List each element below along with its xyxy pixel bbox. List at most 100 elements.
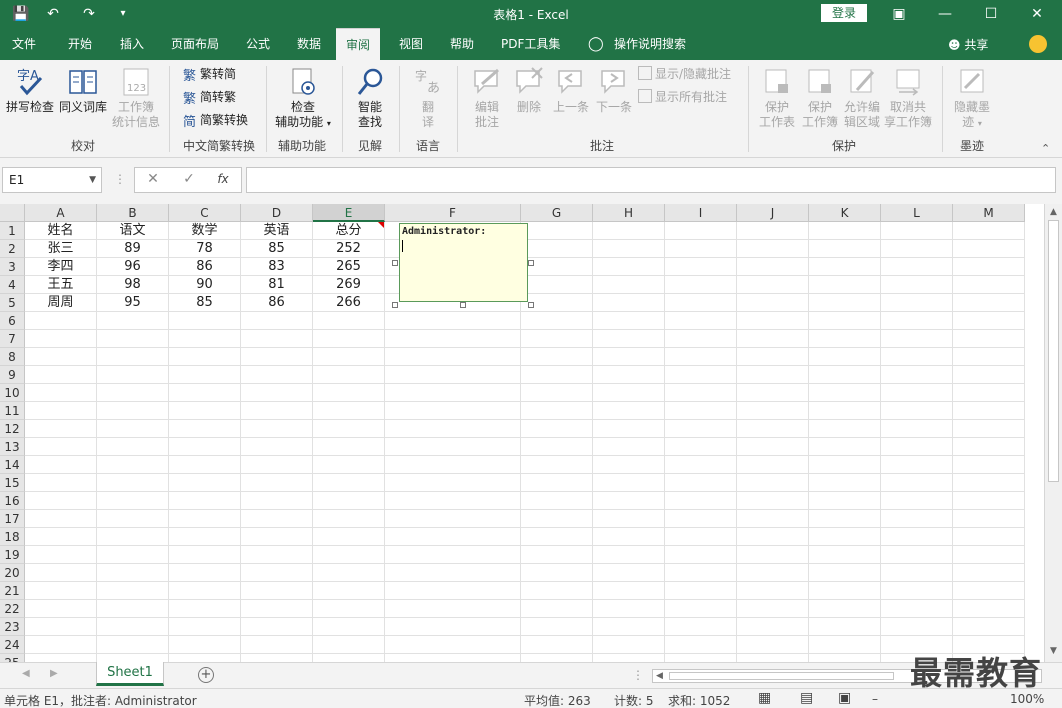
- row-header-13[interactable]: 13: [0, 438, 25, 456]
- cell-b21[interactable]: [97, 582, 169, 600]
- cell-j21[interactable]: [737, 582, 809, 600]
- cell-j18[interactable]: [737, 528, 809, 546]
- cell-l18[interactable]: [881, 528, 953, 546]
- cell-e23[interactable]: [313, 618, 385, 636]
- zoom-level[interactable]: 100%: [1010, 692, 1044, 706]
- cell-i2[interactable]: [665, 240, 737, 258]
- cell-k22[interactable]: [809, 600, 881, 618]
- normal-view-icon[interactable]: ▦: [758, 690, 771, 706]
- cell-l20[interactable]: [881, 564, 953, 582]
- cell-i6[interactable]: [665, 312, 737, 330]
- cell-e21[interactable]: [313, 582, 385, 600]
- cell-c8[interactable]: [169, 348, 241, 366]
- cell-c22[interactable]: [169, 600, 241, 618]
- row-header-18[interactable]: 18: [0, 528, 25, 546]
- cell-g23[interactable]: [521, 618, 593, 636]
- cell-m7[interactable]: [953, 330, 1025, 348]
- cell-b24[interactable]: [97, 636, 169, 654]
- cell-c13[interactable]: [169, 438, 241, 456]
- smart-lookup-button[interactable]: 智能 查找: [350, 66, 390, 130]
- show-all-comments-button[interactable]: 显示所有批注: [638, 89, 727, 105]
- cell-a10[interactable]: [25, 384, 97, 402]
- cell-f7[interactable]: [385, 330, 521, 348]
- cell-c6[interactable]: [169, 312, 241, 330]
- cell-f13[interactable]: [385, 438, 521, 456]
- cell-a23[interactable]: [25, 618, 97, 636]
- cell-e16[interactable]: [313, 492, 385, 510]
- cell-b23[interactable]: [97, 618, 169, 636]
- cell-f9[interactable]: [385, 366, 521, 384]
- select-all-corner[interactable]: [0, 204, 25, 222]
- cell-b18[interactable]: [97, 528, 169, 546]
- cell-d22[interactable]: [241, 600, 313, 618]
- cell-k3[interactable]: [809, 258, 881, 276]
- cell-g14[interactable]: [521, 456, 593, 474]
- cell-i4[interactable]: [665, 276, 737, 294]
- cell-i23[interactable]: [665, 618, 737, 636]
- cell-c15[interactable]: [169, 474, 241, 492]
- sheet-tab-sheet1[interactable]: Sheet1: [96, 662, 164, 686]
- cell-e14[interactable]: [313, 456, 385, 474]
- cell-h6[interactable]: [593, 312, 665, 330]
- cell-m16[interactable]: [953, 492, 1025, 510]
- cell-e6[interactable]: [313, 312, 385, 330]
- cell-a14[interactable]: [25, 456, 97, 474]
- cell-g1[interactable]: [521, 222, 593, 240]
- cell-a22[interactable]: [25, 600, 97, 618]
- cell-l8[interactable]: [881, 348, 953, 366]
- cell-k10[interactable]: [809, 384, 881, 402]
- cell-h24[interactable]: [593, 636, 665, 654]
- cell-l15[interactable]: [881, 474, 953, 492]
- cell-f25[interactable]: [385, 654, 521, 662]
- cell-h13[interactable]: [593, 438, 665, 456]
- cell-h22[interactable]: [593, 600, 665, 618]
- cell-g12[interactable]: [521, 420, 593, 438]
- row-header-20[interactable]: 20: [0, 564, 25, 582]
- cell-m8[interactable]: [953, 348, 1025, 366]
- cell-c19[interactable]: [169, 546, 241, 564]
- cell-c21[interactable]: [169, 582, 241, 600]
- cell-f23[interactable]: [385, 618, 521, 636]
- cell-c20[interactable]: [169, 564, 241, 582]
- cell-f1[interactable]: [385, 222, 521, 240]
- cell-l19[interactable]: [881, 546, 953, 564]
- cell-d13[interactable]: [241, 438, 313, 456]
- workbook-statistics-button[interactable]: 123 工作簿 统计信息: [110, 66, 162, 130]
- cell-g11[interactable]: [521, 402, 593, 420]
- cell-g4[interactable]: [521, 276, 593, 294]
- cell-d23[interactable]: [241, 618, 313, 636]
- row-header-7[interactable]: 7: [0, 330, 25, 348]
- cell-j10[interactable]: [737, 384, 809, 402]
- cell-f19[interactable]: [385, 546, 521, 564]
- cell-b12[interactable]: [97, 420, 169, 438]
- cell-h19[interactable]: [593, 546, 665, 564]
- cell-k4[interactable]: [809, 276, 881, 294]
- cell-m21[interactable]: [953, 582, 1025, 600]
- cell-d11[interactable]: [241, 402, 313, 420]
- cell-j11[interactable]: [737, 402, 809, 420]
- cell-l3[interactable]: [881, 258, 953, 276]
- cell-a4[interactable]: 王五: [25, 276, 97, 294]
- cell-c12[interactable]: [169, 420, 241, 438]
- row-header-25[interactable]: 25: [0, 654, 25, 662]
- cell-h14[interactable]: [593, 456, 665, 474]
- ribbon-display-icon[interactable]: ▣: [876, 0, 922, 28]
- cell-g20[interactable]: [521, 564, 593, 582]
- cell-e2[interactable]: 252: [313, 240, 385, 258]
- cell-b22[interactable]: [97, 600, 169, 618]
- cell-c18[interactable]: [169, 528, 241, 546]
- cell-d16[interactable]: [241, 492, 313, 510]
- cell-k11[interactable]: [809, 402, 881, 420]
- tab-page-layout[interactable]: 页面布局: [167, 28, 223, 60]
- cell-j8[interactable]: [737, 348, 809, 366]
- cell-j3[interactable]: [737, 258, 809, 276]
- cell-d10[interactable]: [241, 384, 313, 402]
- cell-j22[interactable]: [737, 600, 809, 618]
- cell-c1[interactable]: 数学: [169, 222, 241, 240]
- cell-h8[interactable]: [593, 348, 665, 366]
- cell-a12[interactable]: [25, 420, 97, 438]
- cell-a17[interactable]: [25, 510, 97, 528]
- column-header-g[interactable]: G: [521, 204, 593, 222]
- cell-k17[interactable]: [809, 510, 881, 528]
- cell-d12[interactable]: [241, 420, 313, 438]
